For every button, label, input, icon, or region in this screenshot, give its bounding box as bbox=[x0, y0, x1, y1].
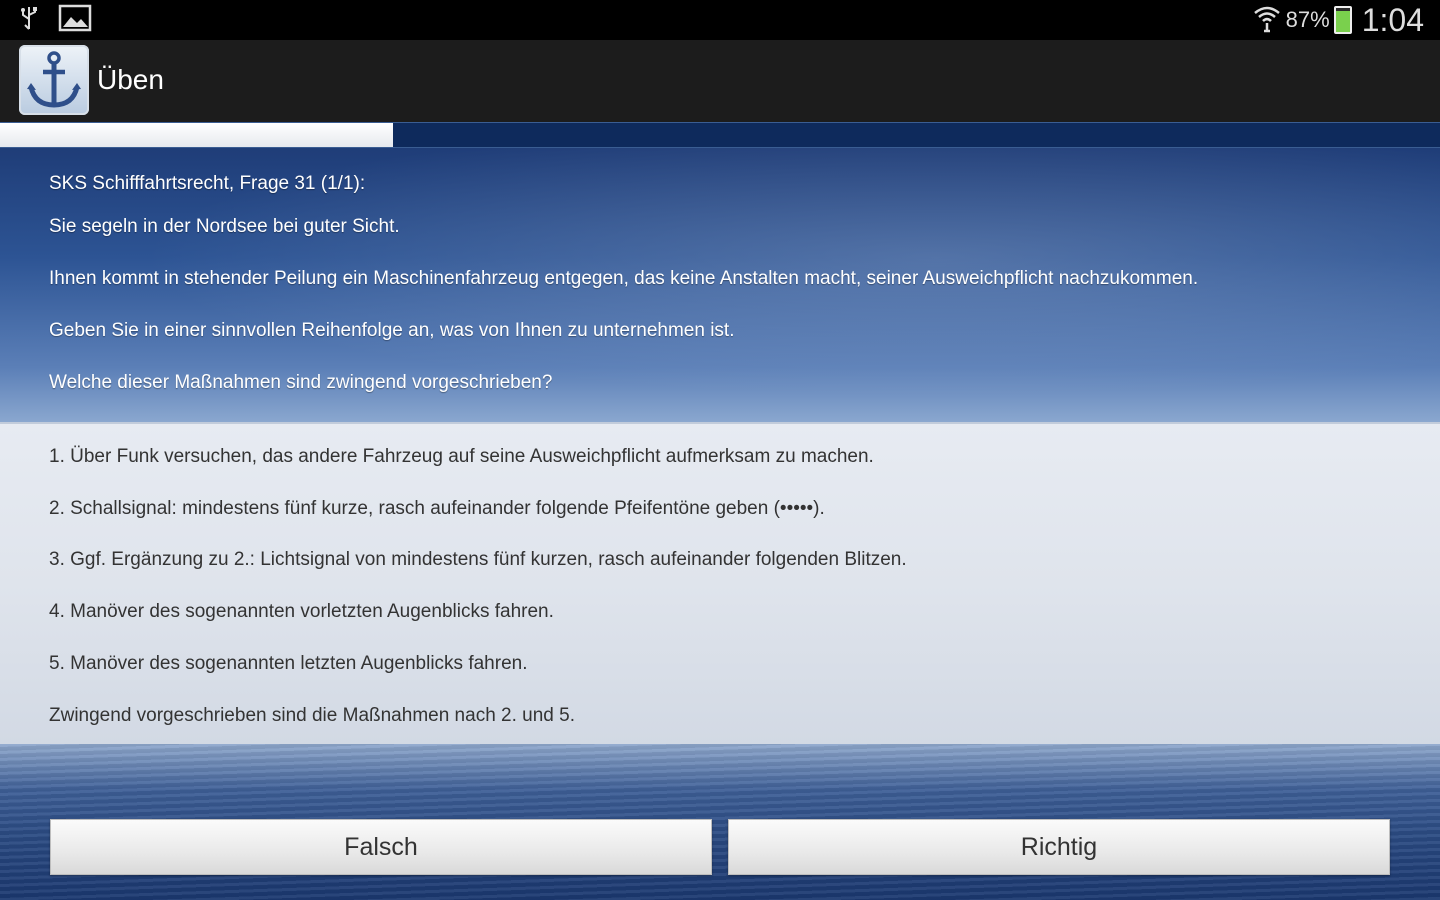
battery-level bbox=[1335, 11, 1350, 32]
answer-line: 4. Manöver des sogenannten vorletzten Au… bbox=[49, 601, 554, 622]
answer-summary: Zwingend vorgeschrieben sind die Maßnahm… bbox=[49, 705, 575, 726]
question-panel: SKS Schifffahrtsrecht, Frage 31 (1/1): S… bbox=[0, 148, 1440, 422]
answer-panel: 1. Über Funk versuchen, das andere Fahrz… bbox=[0, 422, 1440, 746]
battery-icon bbox=[1333, 6, 1352, 34]
answer-line: 3. Ggf. Ergänzung zu 2.: Lichtsignal von… bbox=[49, 549, 907, 570]
image-icon bbox=[58, 4, 92, 37]
question-line: Ihnen kommt in stehender Peilung ein Mas… bbox=[49, 268, 1199, 289]
question-line: Geben Sie in einer sinnvollen Reihenfolg… bbox=[49, 320, 735, 341]
status-bar: 87% 1:04 bbox=[0, 0, 1440, 40]
anchor-icon[interactable] bbox=[19, 45, 89, 115]
progress-fill bbox=[0, 123, 394, 147]
page-title: Üben bbox=[97, 64, 164, 95]
question-progress-bar bbox=[0, 122, 1440, 148]
question-line: Welche dieser Maßnahmen sind zwingend vo… bbox=[49, 372, 553, 393]
question-line: Sie segeln in der Nordsee bei guter Sich… bbox=[49, 216, 400, 237]
answer-line: 5. Manöver des sogenannten letzten Augen… bbox=[49, 653, 528, 674]
wifi-icon bbox=[1252, 3, 1282, 38]
status-left-icons bbox=[18, 4, 92, 36]
falsch-button[interactable]: Falsch bbox=[50, 819, 712, 875]
battery-percent: 87% bbox=[1285, 7, 1330, 32]
clock: 1:04 bbox=[1361, 1, 1424, 38]
question-header: SKS Schifffahrtsrecht, Frage 31 (1/1): bbox=[49, 173, 366, 194]
richtig-button[interactable]: Richtig bbox=[728, 819, 1390, 875]
usb-icon bbox=[18, 5, 40, 36]
answer-line: 1. Über Funk versuchen, das andere Fahrz… bbox=[49, 446, 874, 467]
action-bar: Üben bbox=[0, 40, 1440, 122]
status-right-icons: 87% 1:04 bbox=[1252, 0, 1424, 40]
answer-line: 2. Schallsignal: mindestens fünf kurze, … bbox=[49, 498, 825, 519]
